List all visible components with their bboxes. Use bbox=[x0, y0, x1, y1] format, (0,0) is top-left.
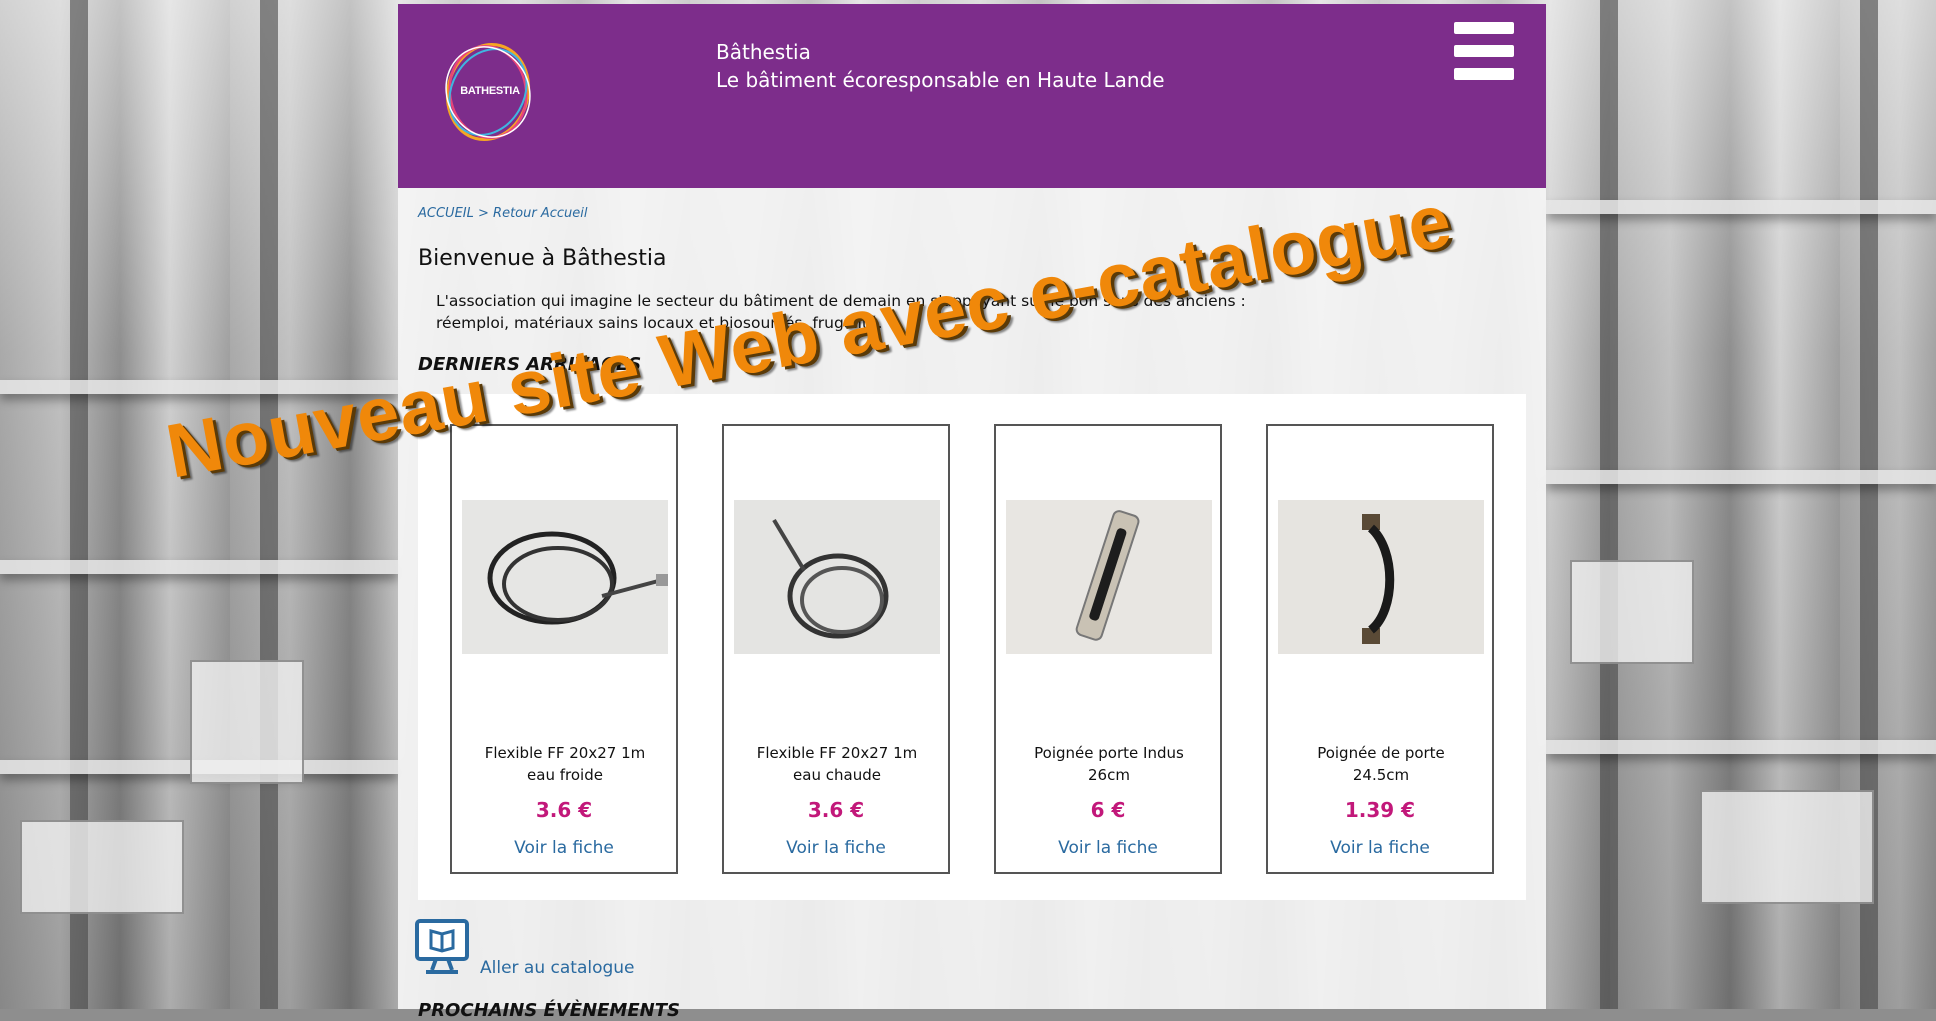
menu-bar bbox=[1454, 68, 1514, 80]
catalog-link[interactable]: Aller au catalogue bbox=[480, 958, 635, 978]
events-heading: PROCHAINS ÉVÈNEMENTS bbox=[418, 1000, 680, 1021]
product-name-line: eau chaude bbox=[793, 766, 881, 784]
breadcrumb-separator: > bbox=[478, 206, 489, 221]
catalog-monitor-icon[interactable] bbox=[414, 918, 470, 978]
site-header: BATHESTIA Bâthestia Le bâtiment écorespo… bbox=[398, 4, 1546, 188]
product-name: Poignée porte Indus 26cm bbox=[1004, 742, 1214, 786]
site-title: Bâthestia bbox=[716, 40, 811, 64]
view-product-link[interactable]: Voir la fiche bbox=[1268, 838, 1492, 858]
product-price: 1.39 € bbox=[1344, 798, 1416, 822]
product-card[interactable]: Flexible FF 20x27 1m eau chaude 3.6 € Vo… bbox=[722, 424, 950, 874]
hose-icon bbox=[734, 500, 940, 654]
site-tagline: Le bâtiment écoresponsable en Haute Land… bbox=[716, 68, 1165, 92]
view-product-link[interactable]: Voir la fiche bbox=[724, 838, 948, 858]
hamburger-menu-icon[interactable] bbox=[1454, 22, 1514, 80]
product-name-line: 26cm bbox=[1088, 766, 1130, 784]
product-card[interactable]: Flexible FF 20x27 1m eau froide 3.6 € Vo… bbox=[450, 424, 678, 874]
product-name: Flexible FF 20x27 1m eau chaude bbox=[732, 742, 942, 786]
arrivals-heading: DERNIERS ARRIVAGES bbox=[418, 354, 642, 375]
welcome-heading: Bienvenue à Bâthestia bbox=[418, 246, 667, 271]
product-card[interactable]: Poignée de porte 24.5cm 1.39 € Voir la f… bbox=[1266, 424, 1494, 874]
product-price: 6 € bbox=[1090, 798, 1126, 822]
view-product-link[interactable]: Voir la fiche bbox=[452, 838, 676, 858]
shelf bbox=[1546, 200, 1936, 214]
door-handle-icon bbox=[1006, 500, 1212, 654]
product-price: 3.6 € bbox=[535, 798, 593, 822]
view-product-link[interactable]: Voir la fiche bbox=[996, 838, 1220, 858]
shelf-post bbox=[1600, 0, 1618, 1009]
menu-bar bbox=[1454, 45, 1514, 57]
shelf bbox=[0, 380, 398, 394]
crate bbox=[190, 660, 304, 784]
door-handle-icon bbox=[1278, 500, 1484, 654]
menu-bar bbox=[1454, 22, 1514, 34]
shelf bbox=[0, 560, 398, 574]
product-card[interactable]: Poignée porte Indus 26cm 6 € Voir la fic… bbox=[994, 424, 1222, 874]
shelf bbox=[1546, 470, 1936, 484]
logo-text: BATHESTIA bbox=[460, 85, 520, 97]
breadcrumb: ACCUEIL > Retour Accueil bbox=[418, 206, 588, 221]
product-name-line: Flexible FF 20x27 1m bbox=[756, 744, 918, 762]
product-image[interactable] bbox=[1278, 500, 1484, 654]
product-grid: Flexible FF 20x27 1m eau froide 3.6 € Vo… bbox=[418, 394, 1526, 900]
breadcrumb-home-link[interactable]: ACCUEIL bbox=[418, 206, 474, 221]
product-image[interactable] bbox=[734, 500, 940, 654]
product-image[interactable] bbox=[1006, 500, 1212, 654]
hose-icon bbox=[462, 500, 668, 654]
product-name-line: Poignée de porte bbox=[1317, 744, 1445, 762]
breadcrumb-current-link[interactable]: Retour Accueil bbox=[493, 206, 587, 221]
crate bbox=[20, 820, 184, 914]
shelf-post bbox=[260, 0, 278, 1009]
product-name-line: 24.5cm bbox=[1352, 766, 1410, 784]
intro-text: L'association qui imagine le secteur du … bbox=[436, 290, 1496, 334]
product-name-line: Poignée porte Indus bbox=[1034, 744, 1184, 762]
product-price: 3.6 € bbox=[807, 798, 865, 822]
intro-line: L'association qui imagine le secteur du … bbox=[436, 292, 1246, 310]
product-image[interactable] bbox=[462, 500, 668, 654]
product-name: Flexible FF 20x27 1m eau froide bbox=[460, 742, 670, 786]
product-name-line: Flexible FF 20x27 1m bbox=[484, 744, 646, 762]
shelf bbox=[1546, 740, 1936, 754]
intro-line: réemploi, matériaux sains locaux et bios… bbox=[436, 314, 883, 332]
crate bbox=[1570, 560, 1694, 664]
page-content: BATHESTIA Bâthestia Le bâtiment écorespo… bbox=[398, 4, 1546, 1021]
product-name: Poignée de porte 24.5cm bbox=[1276, 742, 1486, 786]
product-name-line: eau froide bbox=[527, 766, 603, 784]
crate bbox=[1700, 790, 1874, 904]
